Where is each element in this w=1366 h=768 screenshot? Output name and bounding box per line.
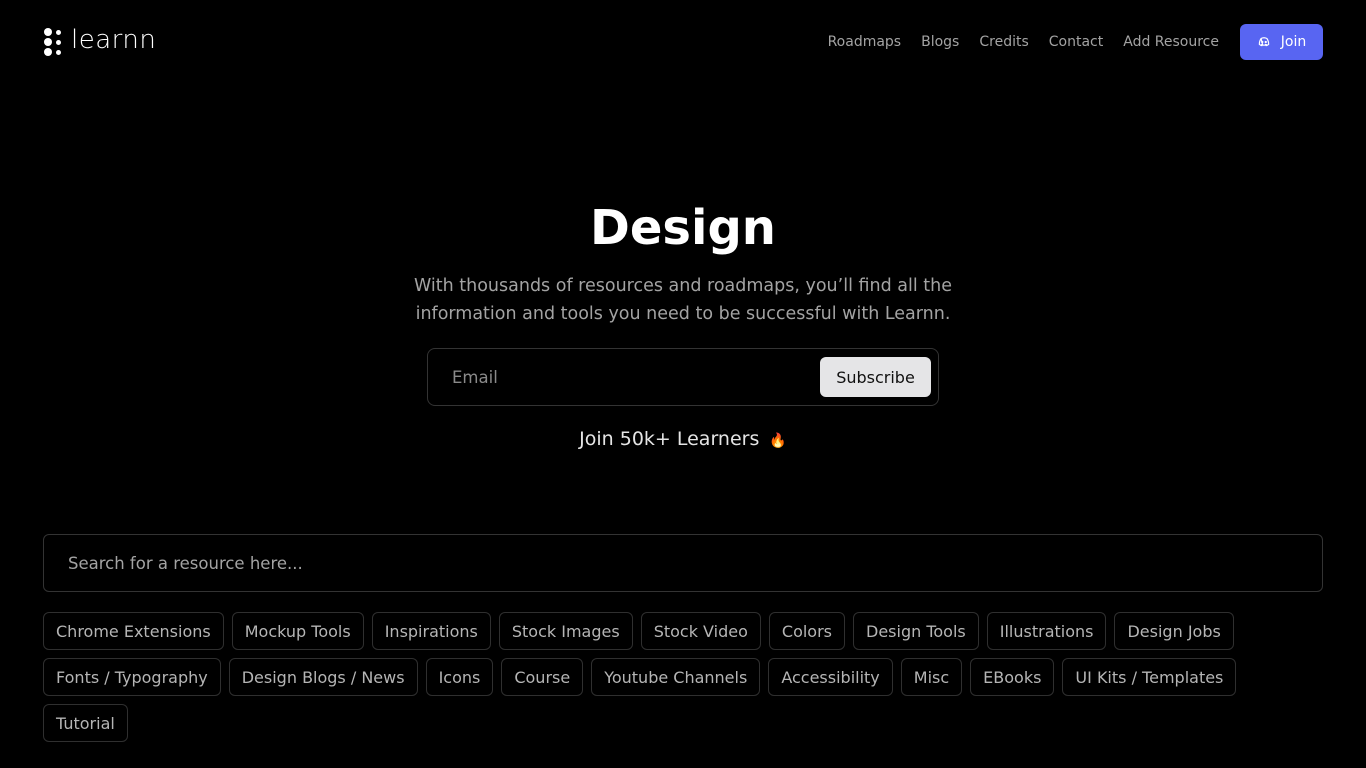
tag-ui-kits-templates[interactable]: UI Kits / Templates [1062, 658, 1237, 696]
discord-icon [1258, 37, 1270, 47]
tag-design-blogs-news[interactable]: Design Blogs / News [228, 658, 418, 696]
learners-count: Join 50k+ Learners 🔥 [0, 428, 1366, 450]
search-input[interactable] [68, 553, 1298, 573]
logo[interactable]: learnn [43, 25, 157, 57]
tag-icons[interactable]: Icons [425, 658, 494, 696]
subscribe-form: Subscribe [427, 348, 939, 406]
tag-course[interactable]: Course [501, 658, 584, 696]
tag-inspirations[interactable]: Inspirations [371, 612, 491, 650]
tag-ebooks[interactable]: EBooks [970, 658, 1055, 696]
email-field[interactable] [452, 367, 820, 387]
tag-colors[interactable]: Colors [768, 612, 845, 650]
tag-stock-images[interactable]: Stock Images [498, 612, 633, 650]
nav-credits[interactable]: Credits [979, 34, 1028, 50]
tag-accessibility[interactable]: Accessibility [768, 658, 893, 696]
main-nav: Roadmaps Blogs Credits Contact Add Resou… [828, 24, 1323, 60]
tag-illustrations[interactable]: Illustrations [986, 612, 1107, 650]
tag-tutorial[interactable]: Tutorial [43, 704, 128, 742]
hero: Design With thousands of resources and r… [0, 196, 1366, 328]
learners-text: Join 50k+ Learners [579, 428, 760, 450]
tag-misc[interactable]: Misc [900, 658, 963, 696]
tag-fonts-typography[interactable]: Fonts / Typography [43, 658, 221, 696]
join-discord-button[interactable]: Join [1240, 24, 1323, 60]
nav-contact[interactable]: Contact [1049, 34, 1103, 50]
hero-subtitle: With thousands of resources and roadmaps… [413, 276, 953, 324]
logo-text: learnn [71, 25, 157, 55]
page-title: Design [590, 200, 776, 256]
site-header: learnn Roadmaps Blogs Credits Contact Ad… [43, 24, 1323, 60]
nav-blogs[interactable]: Blogs [921, 34, 959, 50]
tag-chrome-extensions[interactable]: Chrome Extensions [43, 612, 224, 650]
tag-mockup-tools[interactable]: Mockup Tools [231, 612, 364, 650]
subscribe-button[interactable]: Subscribe [820, 357, 931, 397]
tag-design-tools[interactable]: Design Tools [853, 612, 979, 650]
tag-design-jobs[interactable]: Design Jobs [1114, 612, 1234, 650]
tag-stock-video[interactable]: Stock Video [640, 612, 761, 650]
nav-add-resource[interactable]: Add Resource [1123, 34, 1219, 50]
fire-icon: 🔥 [769, 433, 787, 449]
category-tags: Chrome Extensions Mockup Tools Inspirati… [43, 612, 1323, 742]
join-label: Join [1280, 34, 1307, 50]
logo-dots-icon [43, 28, 61, 57]
nav-roadmaps[interactable]: Roadmaps [828, 34, 902, 50]
tag-youtube-channels[interactable]: Youtube Channels [591, 658, 761, 696]
resource-search [43, 534, 1323, 592]
